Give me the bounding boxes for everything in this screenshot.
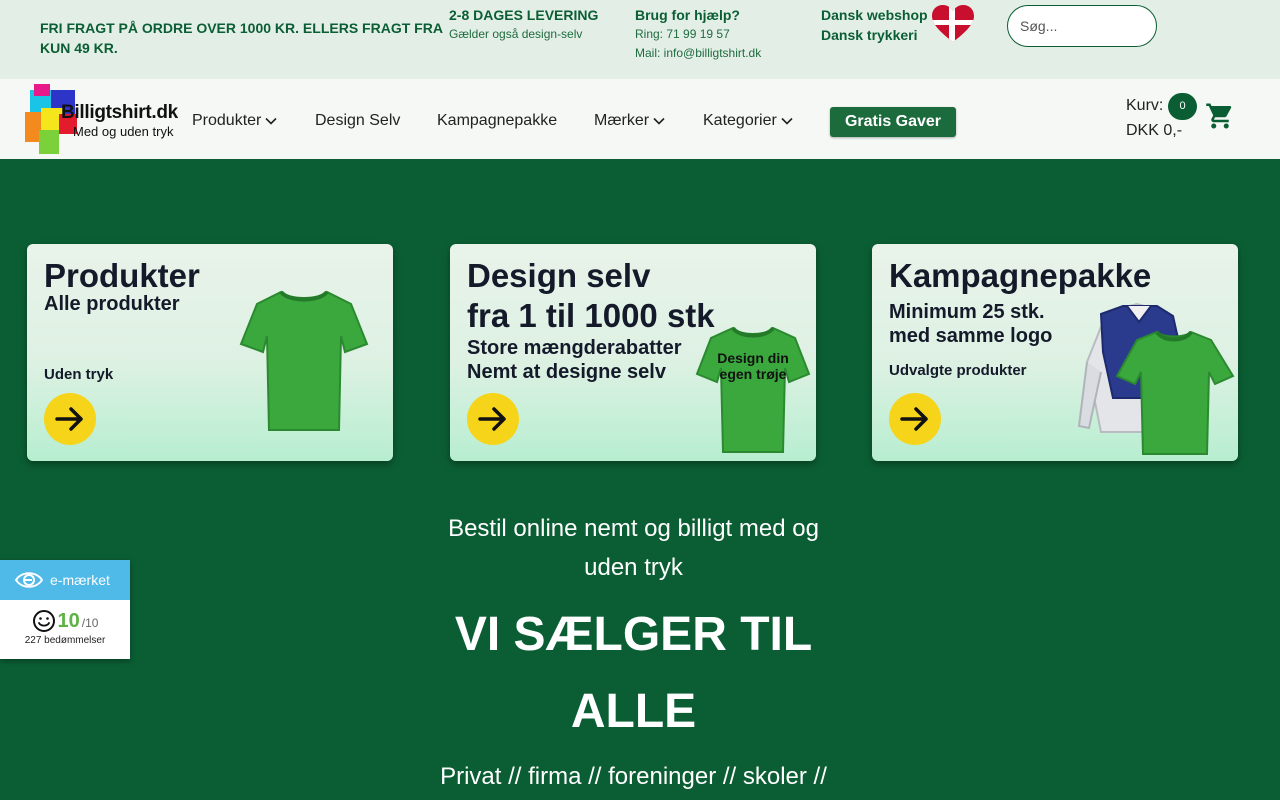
- top-info-bar: FRI FRAGT PÅ ORDRE OVER 1000 KR. ELLERS …: [0, 0, 1280, 79]
- help-info: Brug for hjælp? Ring: 71 99 19 57 Mail: …: [635, 5, 761, 63]
- hero-subtitle: Bestil online nemt og billigt med og ude…: [448, 515, 819, 581]
- nav-item-maerker[interactable]: Mærker: [594, 112, 666, 130]
- card-note: Udvalgte produkter: [889, 362, 1027, 379]
- delivery-heading: 2-8 DAGES LEVERING: [449, 7, 599, 23]
- cart-label[interactable]: Kurv:: [1126, 97, 1163, 115]
- card-kampagnepakke[interactable]: Kampagnepakke Minimum 25 stk. med samme …: [872, 244, 1238, 461]
- shirt-collection-icon: [1077, 302, 1235, 455]
- e-maerket-rating: 10 /10 227 bedømmelser: [0, 600, 130, 659]
- danish-flag-heart-icon: [932, 5, 974, 42]
- main-navigation: Billigtshirt.dk Med og uden tryk Produkt…: [0, 79, 1280, 159]
- logo-square-magenta: [34, 84, 50, 96]
- nav-item-label: Produkter: [192, 112, 262, 129]
- free-gifts-button[interactable]: Gratis Gaver: [830, 107, 956, 137]
- e-maerket-eye-icon: [14, 572, 44, 588]
- green-tshirt-icon: [239, 290, 369, 431]
- help-heading: Brug for hjælp?: [635, 7, 740, 23]
- danish-print-label: Dansk trykkeri: [821, 27, 918, 43]
- card-subtitle: Alle produkter: [44, 293, 180, 315]
- help-phone-link[interactable]: Ring: 71 99 19 57: [635, 25, 761, 44]
- nav-item-label: Kampagnepakke: [437, 112, 558, 129]
- card-subtitle-line1: Store mængderabatter: [467, 337, 682, 359]
- cart-count-badge[interactable]: 0: [1168, 93, 1197, 120]
- shopping-cart-icon[interactable]: [1205, 101, 1235, 131]
- shipping-notice: FRI FRAGT PÅ ORDRE OVER 1000 KR. ELLERS …: [40, 20, 443, 56]
- arrow-right-icon: [900, 407, 928, 431]
- chevron-down-icon: [781, 117, 793, 125]
- help-mail-link[interactable]: Mail: info@billigtshirt.dk: [635, 44, 761, 63]
- card-title-line1: Design selv: [467, 257, 651, 294]
- shirt-print-text: Design din egen trøje: [717, 350, 789, 382]
- e-maerket-scale: /10: [81, 616, 99, 630]
- nav-item-label: Design Selv: [315, 112, 401, 129]
- hero-audience: Privat // firma // foreninger // skoler …: [440, 763, 827, 790]
- card-note: Uden tryk: [44, 366, 114, 383]
- delivery-info: 2-8 DAGES LEVERING Gælder også design-se…: [449, 5, 598, 44]
- card-title: Produkter: [44, 257, 200, 294]
- logo-tagline: Med og uden tryk: [73, 124, 174, 139]
- nav-item-label: Mærker: [594, 112, 650, 129]
- green-tshirt-icon: [695, 326, 811, 453]
- chevron-down-icon: [653, 117, 665, 125]
- card-title-line2: fra 1 til 1000 stk: [467, 297, 715, 334]
- search-input[interactable]: [1007, 5, 1157, 47]
- e-maerket-review-count: 227 bedømmelser: [24, 635, 106, 646]
- site-logo[interactable]: Billigtshirt.dk Med og uden tryk: [25, 84, 185, 156]
- card-title: Kampagnepakke: [889, 257, 1152, 294]
- danish-webshop-label: Dansk webshop: [821, 7, 928, 23]
- nav-item-kampagnepakke[interactable]: Kampagnepakke: [437, 112, 557, 130]
- chevron-down-icon: [265, 117, 277, 125]
- danish-info: Dansk webshop Dansk trykkeri: [821, 5, 928, 45]
- logo-square-green: [39, 130, 59, 154]
- card-arrow-button[interactable]: [44, 393, 96, 445]
- card-arrow-button[interactable]: [467, 393, 519, 445]
- hero-title: VI SÆLGER TIL ALLE: [454, 608, 813, 738]
- e-maerket-score-row: 10 /10: [0, 600, 130, 633]
- e-maerket-score: 10: [57, 609, 80, 632]
- arrow-right-icon: [478, 407, 506, 431]
- card-subtitle-line2: med samme logo: [889, 325, 1053, 347]
- card-subtitle-line2: Nemt at designe selv: [467, 361, 666, 383]
- nav-item-label: Kategorier: [703, 112, 777, 129]
- arrow-right-icon: [55, 407, 83, 431]
- card-produkter[interactable]: Produkter Alle produkter Uden tryk: [27, 244, 393, 461]
- nav-item-produkter[interactable]: Produkter: [192, 112, 278, 130]
- nav-item-design-selv[interactable]: Design Selv: [315, 112, 400, 130]
- logo-name: Billigtshirt.dk: [61, 102, 178, 123]
- e-maerket-widget[interactable]: e-mærket 10 /10 227 bedømmelser: [0, 560, 130, 659]
- e-maerket-header: e-mærket: [0, 560, 130, 600]
- e-maerket-brand: e-mærket: [50, 572, 110, 588]
- nav-item-kategorier[interactable]: Kategorier: [703, 112, 794, 130]
- delivery-note: Gælder også design-selv: [449, 27, 583, 41]
- cart-total[interactable]: DKK 0,-: [1126, 122, 1182, 140]
- card-arrow-button[interactable]: [889, 393, 941, 445]
- card-subtitle-line1: Minimum 25 stk.: [889, 301, 1045, 323]
- card-design-selv[interactable]: Design selv fra 1 til 1000 stk Store mæn…: [450, 244, 816, 461]
- smiley-icon: [32, 610, 55, 632]
